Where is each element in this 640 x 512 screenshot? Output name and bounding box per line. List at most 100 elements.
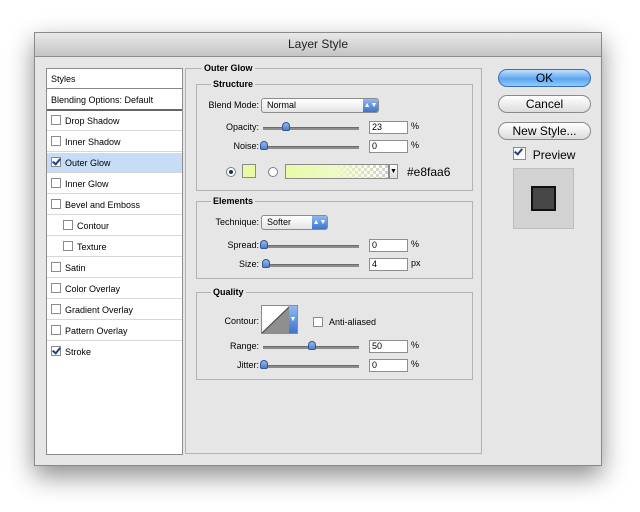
noise-label: Noise: [233, 141, 259, 151]
range-slider-thumb[interactable] [308, 341, 316, 350]
contour-curve-icon [262, 306, 290, 333]
pattern-overlay-checkbox[interactable] [51, 325, 61, 335]
style-item-inner-shadow[interactable]: Inner Shadow [47, 132, 182, 152]
bevel-emboss-checkbox[interactable] [51, 199, 61, 209]
opacity-label: Opacity: [225, 122, 259, 132]
style-item-inner-glow[interactable]: Inner Glow [47, 174, 182, 194]
blending-options-label: Blending Options: Default [51, 95, 154, 105]
structure-title: Structure [211, 79, 256, 90]
glow-color-swatch[interactable] [242, 164, 256, 178]
size-unit: px [411, 258, 421, 268]
ok-button[interactable]: OK [498, 69, 591, 87]
inner-shadow-checkbox[interactable] [51, 136, 61, 146]
texture-checkbox[interactable] [63, 241, 73, 251]
styles-header-label: Styles [51, 74, 76, 84]
dialog-title: Layer Style [35, 33, 601, 57]
anti-aliased-checkbox[interactable] [313, 317, 323, 327]
opacity-slider-thumb[interactable] [282, 122, 291, 131]
quality-group: Quality Contour: ▼ Anti-aliased Range: 5… [196, 287, 473, 380]
color-overlay-checkbox[interactable] [51, 283, 61, 293]
style-item-gradient-overlay[interactable]: Gradient Overlay [47, 300, 182, 320]
drop-shadow-checkbox[interactable] [51, 115, 61, 125]
blend-mode-select[interactable]: Normal ▲▼ [261, 98, 379, 113]
jitter-slider-thumb[interactable] [260, 360, 268, 369]
preview-label: Preview [532, 148, 576, 162]
style-item-color-overlay[interactable]: Color Overlay [47, 279, 182, 299]
blend-mode-value: Normal [267, 100, 297, 110]
styles-header[interactable]: Styles [47, 69, 182, 89]
size-label: Size: [238, 259, 259, 269]
spread-field[interactable]: 0 [369, 239, 408, 252]
glow-color-hex: #e8faa6 [407, 165, 451, 179]
style-item-texture[interactable]: Texture [47, 237, 182, 257]
gradient-radio[interactable] [268, 167, 278, 177]
preview-checkbox[interactable] [513, 147, 526, 160]
contour-checkbox[interactable] [63, 220, 73, 230]
contour-label: Contour [77, 221, 110, 231]
size-slider-thumb[interactable] [261, 259, 270, 268]
gradient-overlay-checkbox[interactable] [51, 304, 61, 314]
chevron-updown-icon: ▲▼ [363, 99, 378, 112]
style-preview-swatch [531, 186, 556, 211]
texture-label: Texture [77, 242, 107, 252]
jitter-slider-track[interactable] [263, 365, 359, 368]
spread-label: Spread: [227, 240, 259, 250]
contour-picker[interactable]: ▼ [261, 305, 298, 334]
chevron-down-icon[interactable]: ▼ [389, 164, 398, 179]
jitter-unit: % [411, 359, 420, 369]
outer-glow-checkbox[interactable] [51, 157, 61, 167]
spread-slider-track[interactable] [263, 245, 359, 248]
range-field[interactable]: 50 [369, 340, 408, 353]
cancel-button[interactable]: Cancel [498, 95, 591, 113]
outer-glow-title: Outer Glow [202, 63, 255, 74]
style-item-pattern-overlay[interactable]: Pattern Overlay [47, 321, 182, 341]
style-item-outer-glow[interactable]: Outer Glow [47, 153, 182, 173]
style-item-contour[interactable]: Contour [47, 216, 182, 236]
color-overlay-label: Color Overlay [65, 284, 121, 294]
stroke-label: Stroke [65, 347, 92, 357]
elements-group: Elements Technique: Softer ▲▼ Spread: 0 … [196, 196, 473, 279]
stroke-checkbox[interactable] [51, 346, 61, 356]
chevron-down-icon[interactable]: ▼ [289, 306, 297, 333]
anti-aliased-label: Anti-aliased [329, 317, 377, 327]
drop-shadow-label: Drop Shadow [65, 116, 120, 126]
style-item-bevel-emboss[interactable]: Bevel and Emboss [47, 195, 182, 215]
style-item-stroke[interactable]: Stroke [47, 342, 182, 362]
opacity-slider-track[interactable] [263, 127, 359, 130]
opacity-unit: % [411, 121, 420, 131]
size-slider-track[interactable] [263, 264, 359, 267]
style-item-satin[interactable]: Satin [47, 258, 182, 278]
glow-gradient-picker[interactable] [285, 164, 389, 179]
jitter-label: Jitter: [236, 360, 259, 370]
styles-list: Styles Blending Options: Default Drop Sh… [46, 68, 183, 455]
jitter-field[interactable]: 0 [369, 359, 408, 372]
blend-mode-label: Blend Mode: [208, 100, 259, 110]
noise-unit: % [411, 140, 420, 150]
pattern-overlay-label: Pattern Overlay [65, 326, 128, 336]
new-style-button[interactable]: New Style... [498, 122, 591, 140]
elements-title: Elements [211, 196, 256, 207]
outer-glow-panel: Outer Glow Structure Blend Mode: Normal … [185, 63, 482, 454]
preview-toggle[interactable]: Preview [513, 147, 575, 163]
spread-slider-thumb[interactable] [260, 240, 268, 249]
quality-title: Quality [211, 287, 246, 298]
inner-glow-checkbox[interactable] [51, 178, 61, 188]
noise-slider-thumb[interactable] [260, 141, 268, 150]
technique-value: Softer [267, 217, 292, 227]
contour-label: Contour: [224, 316, 259, 326]
satin-label: Satin [65, 263, 86, 273]
technique-select[interactable]: Softer ▲▼ [261, 215, 328, 230]
range-unit: % [411, 340, 420, 350]
outer-glow-label: Outer Glow [65, 158, 111, 168]
style-item-drop-shadow[interactable]: Drop Shadow [47, 111, 182, 131]
inner-glow-label: Inner Glow [65, 179, 109, 189]
blending-options-item[interactable]: Blending Options: Default [47, 90, 182, 111]
satin-checkbox[interactable] [51, 262, 61, 272]
noise-slider-track[interactable] [263, 146, 359, 149]
gradient-overlay-label: Gradient Overlay [65, 305, 134, 315]
noise-field[interactable]: 0 [369, 140, 408, 153]
size-field[interactable]: 4 [369, 258, 408, 271]
solid-color-radio[interactable] [226, 167, 236, 177]
inner-shadow-label: Inner Shadow [65, 137, 121, 147]
opacity-field[interactable]: 23 [369, 121, 408, 134]
